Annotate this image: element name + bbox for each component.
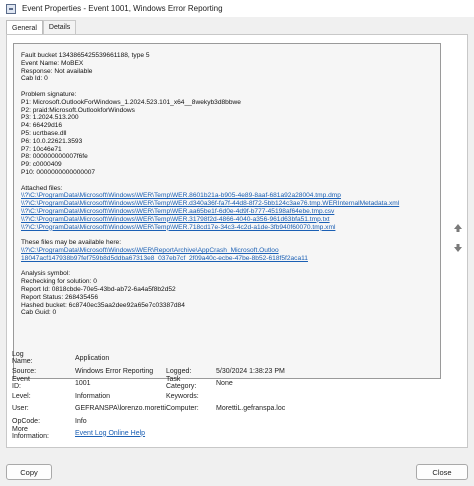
logged-value: 5/30/2024 1:38:23 PM xyxy=(216,367,285,375)
copy-button[interactable]: Copy xyxy=(6,464,52,480)
source-label: Source: xyxy=(12,367,37,375)
available-files-title: These files may be available here: xyxy=(21,239,122,247)
task-category-value: None xyxy=(216,379,233,387)
general-panel: Fault bucket 1343865425539661188, type 5… xyxy=(6,34,468,448)
user-value: GEFRANSPA\lorenzo.moretti xyxy=(75,404,166,412)
description-line: P1: Microsoft.OutlookForWindows_1.2024.5… xyxy=(21,98,241,106)
computer-value: MorettiL.gefranspa.loc xyxy=(216,404,286,412)
opcode-value: Info xyxy=(75,417,87,425)
description-line: P9: c0000409 xyxy=(21,161,62,169)
event-id-value: 1001 xyxy=(75,379,91,387)
close-button-label: Close xyxy=(432,467,452,477)
description-line: P5: ucrtbase.dll xyxy=(21,129,67,137)
report-archive-link[interactable]: 18047acf147938b97fef759b8d5ddba67313e8_0… xyxy=(21,255,436,263)
report-archive-link[interactable]: \\?\C:\ProgramData\Microsoft\Windows\WER… xyxy=(21,247,436,255)
tab-general[interactable]: General xyxy=(6,20,43,35)
log-name-label: Log Name: xyxy=(12,351,33,365)
description-line: P8: 000000000007f6fe xyxy=(21,153,88,161)
event-description[interactable]: Fault bucket 1343865425539661188, type 5… xyxy=(13,43,441,379)
keywords-label: Keywords: xyxy=(166,392,199,400)
event-viewer-icon xyxy=(6,3,16,14)
level-label: Level: xyxy=(12,392,31,400)
attached-file-link[interactable]: \\?\C:\ProgramData\Microsoft\Windows\WER… xyxy=(21,192,436,200)
arrow-up-icon[interactable] xyxy=(452,222,464,234)
attached-files-title: Attached files: xyxy=(21,184,63,192)
attached-file-link[interactable]: \\?\C:\ProgramData\Microsoft\Windows\WER… xyxy=(21,200,436,208)
description-line: P4: 66429d16 xyxy=(21,122,63,130)
description-line: P10: 0000000000000007 xyxy=(21,168,96,176)
computer-label: Computer: xyxy=(166,404,199,412)
description-line: Event Name: MoBEX xyxy=(21,59,84,67)
description-line: Problem signature: xyxy=(21,90,77,98)
more-info-label: More Information: xyxy=(12,426,49,440)
copy-button-label: Copy xyxy=(20,467,38,477)
description-line: P2: praid:Microsoft.OutlookforWindows xyxy=(21,106,135,114)
description-line: Fault bucket 1343865425539661188, type 5 xyxy=(21,52,150,59)
event-log-online-help-link[interactable]: Event Log Online Help xyxy=(75,430,145,437)
title-bar: Event Properties - Event 1001, Windows E… xyxy=(0,0,474,17)
event-id-label: Event ID: xyxy=(12,376,30,390)
user-label: User: xyxy=(12,404,29,412)
description-line: Report Status: 268435456 xyxy=(21,293,98,301)
description-line: P3: 1.2024.513.200 xyxy=(21,114,79,122)
tab-details[interactable]: Details xyxy=(42,20,77,34)
description-line: P7: 10c46e71 xyxy=(21,145,62,153)
attached-file-link[interactable]: \\?\C:\ProgramData\Microsoft\Windows\WER… xyxy=(21,224,436,232)
description-line: Analysis symbol: xyxy=(21,270,71,278)
attached-file-link[interactable]: \\?\C:\ProgramData\Microsoft\Windows\WER… xyxy=(21,208,436,216)
level-value: Information xyxy=(75,392,111,400)
logged-label: Logged: xyxy=(166,367,192,375)
close-button[interactable]: Close xyxy=(416,464,468,480)
log-name-value: Application xyxy=(75,354,110,362)
source-value: Windows Error Reporting xyxy=(75,367,154,375)
task-category-label: Task Category: xyxy=(166,376,197,390)
description-line: Hashed bucket: 6c8740ec35aa2dee92a65e7c0… xyxy=(21,301,185,309)
arrow-down-icon[interactable] xyxy=(452,242,464,254)
description-line: Response: Not available xyxy=(21,67,93,75)
description-line: Rechecking for solution: 0 xyxy=(21,278,97,286)
window-title: Event Properties - Event 1001, Windows E… xyxy=(22,4,223,13)
description-line: Report Id: 0818cbde-70e5-43bd-ab72-6a4a5… xyxy=(21,285,176,293)
tab-strip: General Details xyxy=(6,20,77,35)
attached-file-link[interactable]: \\?\C:\ProgramData\Microsoft\Windows\WER… xyxy=(21,216,436,224)
description-line: P6: 10.0.22621.3593 xyxy=(21,137,83,145)
opcode-label: OpCode: xyxy=(12,417,41,425)
description-line: Cab Id: 0 xyxy=(21,75,48,83)
description-line: Cab Guid: 0 xyxy=(21,309,57,317)
